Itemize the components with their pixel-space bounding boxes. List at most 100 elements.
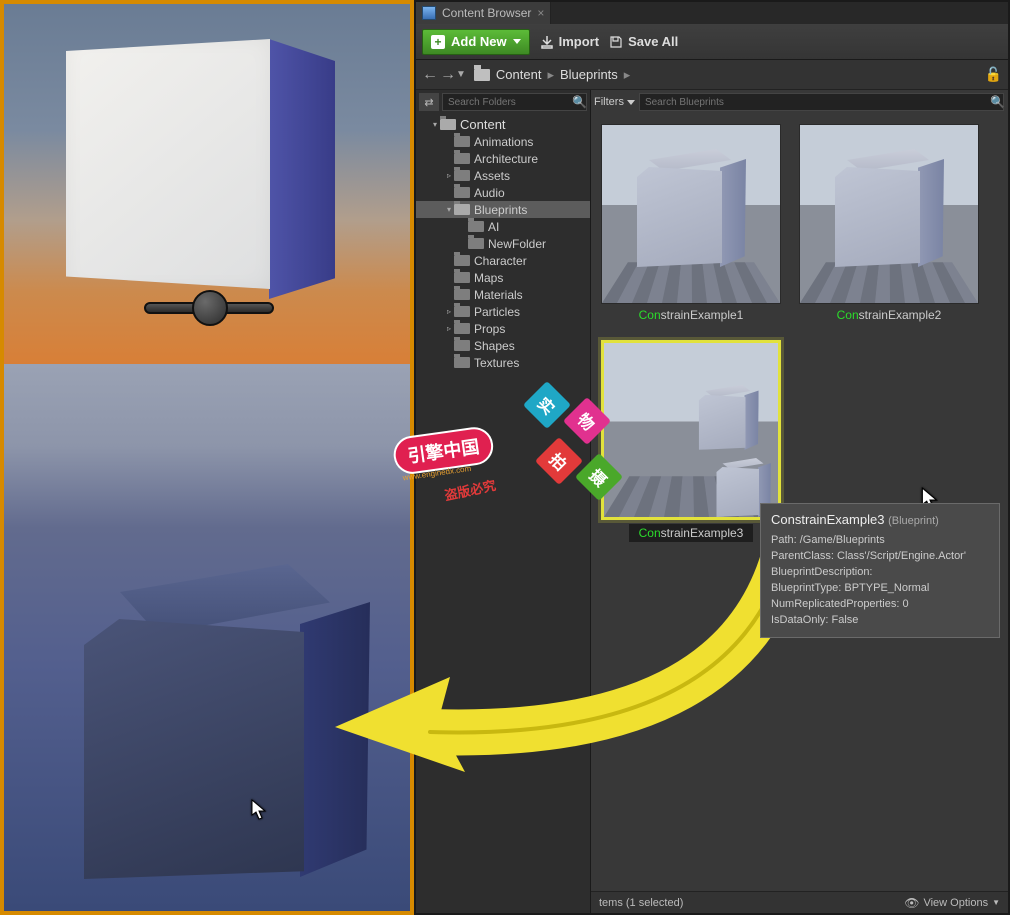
- folder-icon: [454, 340, 470, 351]
- tab-content-browser[interactable]: Content Browser ×: [416, 2, 551, 24]
- search-assets-input[interactable]: [639, 93, 1004, 111]
- tree-item-label: Assets: [474, 169, 510, 183]
- expand-icon[interactable]: ▹: [444, 171, 454, 180]
- tree-item[interactable]: Textures: [416, 354, 590, 371]
- mouse-cursor-icon: [251, 799, 267, 821]
- tree-item[interactable]: Architecture: [416, 150, 590, 167]
- import-button[interactable]: Import: [540, 34, 599, 49]
- tree-item-label: Character: [474, 254, 527, 268]
- tooltip-path: Path: /Game/Blueprints: [771, 533, 989, 549]
- folder-icon: [454, 187, 470, 198]
- import-icon: [540, 35, 554, 49]
- tree-item[interactable]: Character: [416, 252, 590, 269]
- asset-label: ConstrainExample1: [639, 308, 744, 322]
- nav-forward-icon[interactable]: →: [440, 66, 456, 84]
- tooltip-bp-type: BlueprintType: BPTYPE_Normal: [771, 581, 989, 597]
- folder-tree[interactable]: ▾ Content Animations Architecture ▹ Assets A…: [416, 114, 590, 913]
- tree-item[interactable]: Animations: [416, 133, 590, 150]
- tree-item[interactable]: Shapes: [416, 337, 590, 354]
- collapse-icon[interactable]: ▾: [430, 120, 440, 129]
- app-icon: [422, 6, 436, 20]
- asset-label: ConstrainExample3: [629, 524, 754, 542]
- chevron-right-icon: ▸: [624, 67, 631, 83]
- tooltip-name: ConstrainExample3: [771, 512, 884, 527]
- asset-thumbnail: [799, 124, 979, 304]
- caret-down-icon: [513, 39, 521, 44]
- search-folders-input[interactable]: [442, 93, 587, 111]
- tree-item-label: Materials: [474, 288, 523, 302]
- tree-item-label: Blueprints: [474, 203, 527, 217]
- scene-pivot-gizmo: [144, 286, 274, 330]
- expand-icon[interactable]: ▹: [444, 307, 454, 316]
- add-new-label: Add New: [451, 34, 507, 49]
- crumb-folder[interactable]: Blueprints: [560, 67, 618, 82]
- tooltip-type: (Blueprint): [888, 515, 939, 527]
- nav-back-icon[interactable]: ←: [422, 66, 438, 84]
- crumb-root[interactable]: Content: [496, 67, 542, 82]
- tree-item-label: Architecture: [474, 152, 538, 166]
- save-all-button[interactable]: Save All: [609, 34, 678, 49]
- close-icon[interactable]: ×: [537, 6, 544, 20]
- scene-cube-top: [66, 39, 336, 309]
- save-all-label: Save All: [628, 34, 678, 49]
- tree-root[interactable]: ▾ Content: [416, 116, 590, 133]
- filters-button[interactable]: Filters: [594, 96, 635, 108]
- tooltip-parent-class: ParentClass: Class'/Script/Engine.Actor': [771, 549, 989, 565]
- folder-icon: [454, 204, 470, 215]
- asset-item[interactable]: ConstrainExample2: [799, 124, 979, 322]
- lock-icon[interactable]: 🔓: [985, 66, 1002, 83]
- tree-options-icon[interactable]: ⇄: [419, 93, 439, 111]
- scene-cube-bottom: [84, 564, 374, 884]
- status-selection: tems (1 selected): [599, 897, 683, 909]
- caret-down-icon: [627, 100, 635, 105]
- tree-item[interactable]: ▾ Blueprints: [416, 201, 590, 218]
- viewport-panel: [0, 0, 414, 915]
- tree-item-label: NewFolder: [488, 237, 546, 251]
- add-new-button[interactable]: + Add New: [422, 29, 530, 55]
- tree-root-label: Content: [460, 117, 506, 132]
- tree-item[interactable]: ▹ Props: [416, 320, 590, 337]
- tree-item[interactable]: AI: [416, 218, 590, 235]
- asset-item[interactable]: ConstrainExample3: [601, 340, 781, 542]
- expand-icon[interactable]: ▾: [444, 205, 454, 214]
- tooltip-data-only: IsDataOnly: False: [771, 613, 989, 629]
- import-label: Import: [559, 34, 599, 49]
- tab-bar: Content Browser ×: [416, 2, 1008, 24]
- eye-icon: 👁: [904, 896, 919, 910]
- tree-item[interactable]: ▹ Assets: [416, 167, 590, 184]
- plus-icon: +: [431, 35, 445, 49]
- tree-item-label: Maps: [474, 271, 503, 285]
- expand-icon[interactable]: ▹: [444, 324, 454, 333]
- tooltip-num-rep: NumReplicatedProperties: 0: [771, 597, 989, 613]
- folder-icon: [440, 119, 456, 130]
- tree-item[interactable]: NewFolder: [416, 235, 590, 252]
- folder-icon: [454, 255, 470, 266]
- tree-item-label: Props: [474, 322, 505, 336]
- tree-item-label: Audio: [474, 186, 505, 200]
- asset-item[interactable]: ConstrainExample1: [601, 124, 781, 322]
- folder-icon: [454, 170, 470, 181]
- filters-label: Filters: [594, 96, 624, 108]
- caret-down-icon: ▼: [992, 898, 1000, 907]
- asset-thumbnail: [601, 340, 781, 520]
- breadcrumb[interactable]: Content ▸ Blueprints ▸: [474, 67, 630, 83]
- tree-item-label: Particles: [474, 305, 520, 319]
- toolbar: + Add New Import Save All: [416, 24, 1008, 60]
- folder-icon: [468, 238, 484, 249]
- folder-icon: [454, 323, 470, 334]
- asset-grid-panel: Filters 🔍 ConstrainExample1 ConstrainExa…: [591, 90, 1008, 913]
- status-bar: tems (1 selected) 👁 View Options ▼: [591, 891, 1008, 913]
- tree-item[interactable]: Maps: [416, 269, 590, 286]
- tree-item-label: Shapes: [474, 339, 515, 353]
- folder-icon: [454, 306, 470, 317]
- folder-icon: [454, 357, 470, 368]
- view-options-button[interactable]: 👁 View Options ▼: [904, 896, 1000, 910]
- tooltip-desc: BlueprintDescription:: [771, 565, 989, 581]
- folder-icon: [454, 272, 470, 283]
- nav-history-icon[interactable]: ▼: [456, 69, 466, 80]
- view-options-label: View Options: [923, 897, 988, 909]
- tree-item[interactable]: ▹ Particles: [416, 303, 590, 320]
- save-icon: [609, 35, 623, 49]
- tree-item[interactable]: Audio: [416, 184, 590, 201]
- tree-item[interactable]: Materials: [416, 286, 590, 303]
